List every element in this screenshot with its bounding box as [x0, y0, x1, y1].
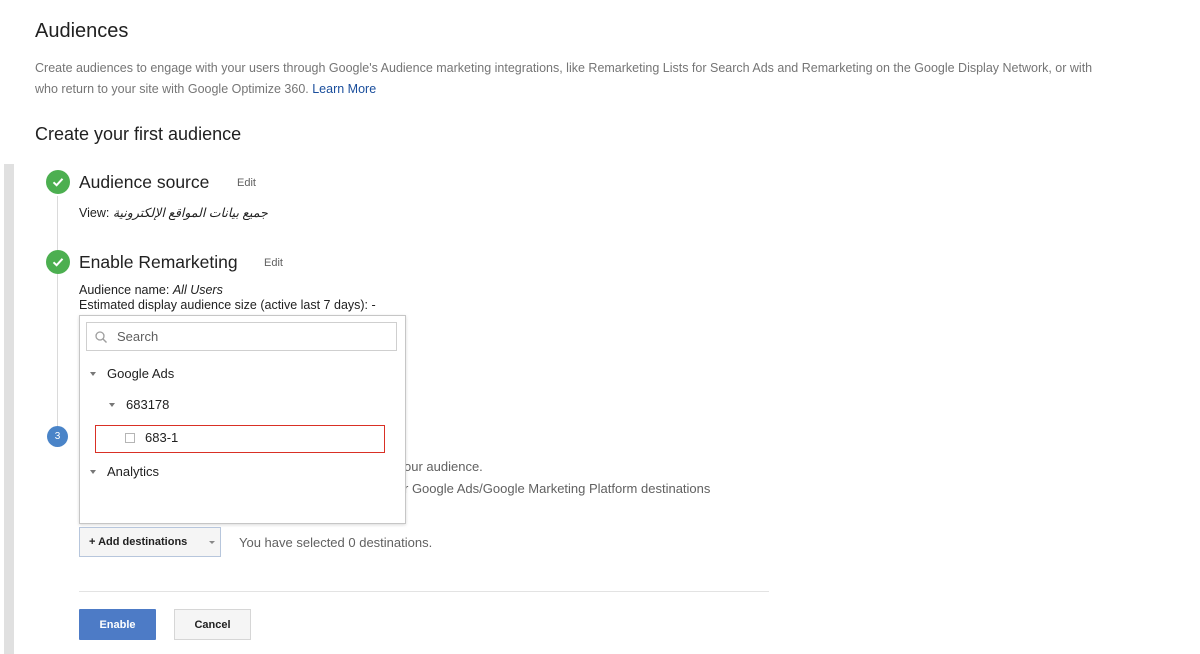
search-box: [86, 322, 397, 351]
step3-description-line2: r Google Ads/Google Marketing Platform d…: [404, 481, 711, 496]
step1-title: Audience source: [79, 172, 210, 192]
step3-description-line1: our audience.: [404, 459, 483, 474]
step2-title: Enable Remarketing: [79, 252, 238, 272]
cancel-button[interactable]: Cancel: [174, 609, 251, 640]
caret-down-icon: [109, 402, 115, 407]
tree-group-google-ads[interactable]: Google Ads: [90, 366, 174, 381]
search-input[interactable]: [117, 329, 387, 344]
step2-audience-name: Audience name: All Users: [79, 283, 223, 298]
intro-line-1: Create audiences to engage with your use…: [35, 61, 1093, 75]
add-destinations-label: + Add destinations: [89, 536, 188, 548]
intro-description: Create audiences to engage with your use…: [35, 58, 1200, 100]
enable-button[interactable]: Enable: [79, 609, 156, 640]
page-title: Audiences: [35, 20, 129, 42]
learn-more-link[interactable]: Learn More: [312, 82, 376, 96]
step2-edit-link[interactable]: Edit: [264, 257, 283, 269]
tree-group-analytics[interactable]: Analytics: [90, 464, 159, 479]
caret-down-icon: [90, 469, 96, 474]
check-icon: [52, 258, 64, 267]
tree-group-label: Google Ads: [107, 366, 175, 381]
step1-view: View: جميع بيانات المواقع الإلكترونية: [79, 206, 268, 221]
add-destinations-button[interactable]: + Add destinations: [79, 527, 221, 557]
chevron-down-icon: [209, 540, 216, 544]
step-connector-line: [57, 196, 58, 436]
step1-check-circle-icon: [46, 170, 70, 194]
tree-account-label: 683178: [126, 397, 170, 412]
search-icon: [95, 330, 107, 343]
audience-name-value: All Users: [172, 283, 223, 297]
highlight-box: [95, 425, 385, 453]
intro-line-2-text: who return to your site with Google Opti…: [35, 82, 309, 96]
destinations-dropdown: Google Ads 683178 683-1 Analytics: [79, 315, 406, 524]
left-rail: [4, 164, 14, 654]
view-value: جميع بيانات المواقع الإلكترونية: [112, 206, 268, 220]
audience-name-label: Audience name:: [79, 283, 170, 297]
tree-group-label: Analytics: [107, 464, 160, 479]
step3-number-badge: 3: [47, 426, 68, 447]
intro-line-2: who return to your site with Google Opti…: [35, 79, 1200, 100]
step2-check-circle-icon: [46, 250, 70, 274]
caret-down-icon: [90, 371, 96, 376]
tree-account[interactable]: 683178: [109, 397, 171, 412]
step1-edit-link[interactable]: Edit: [237, 177, 256, 189]
divider: [79, 591, 769, 592]
check-icon: [52, 178, 64, 187]
destinations-status: You have selected 0 destinations.: [239, 535, 433, 550]
audience-size-text: Estimated display audience size (active …: [79, 298, 376, 312]
section-title: Create your first audience: [35, 124, 242, 144]
view-label: View:: [79, 206, 110, 220]
